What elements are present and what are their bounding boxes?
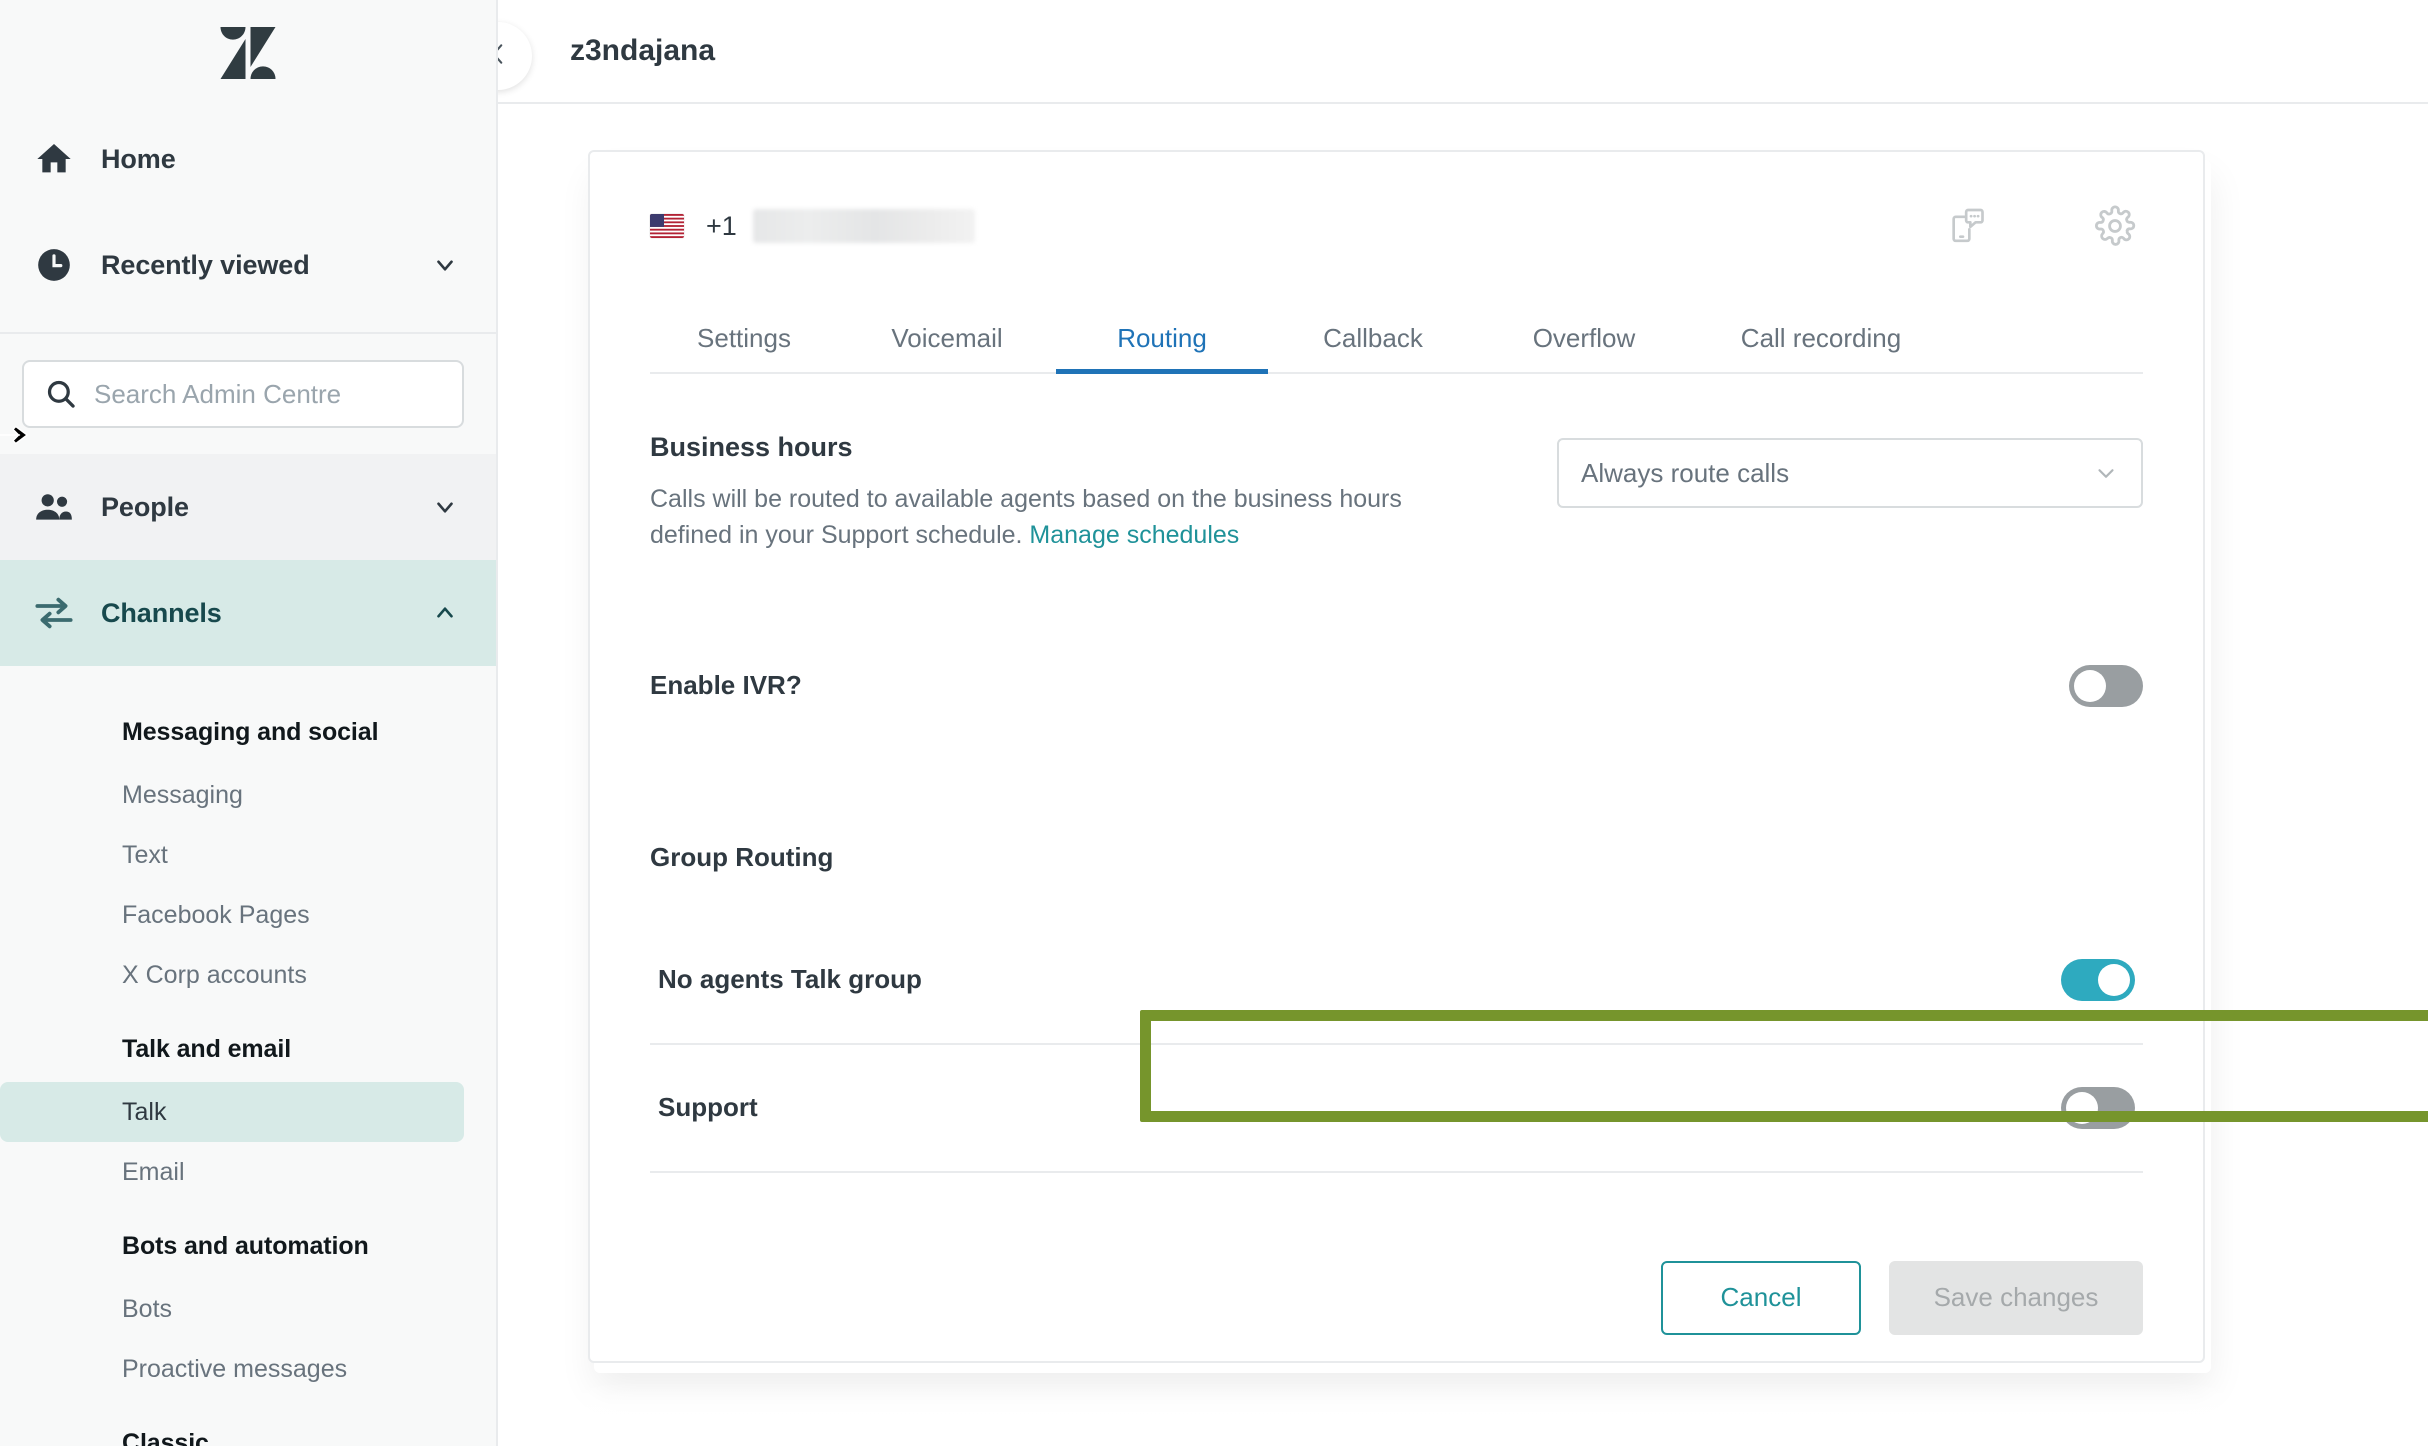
sidebar-item-talk[interactable]: Talk [0, 1082, 464, 1142]
group-routing-row-no-agents-talk-group: No agents Talk group [650, 917, 2143, 1045]
group-routing-row-support: Support [650, 1045, 2143, 1173]
card-tabs: Settings Voicemail Routing Callback Over… [650, 308, 2143, 374]
gear-icon[interactable] [2087, 198, 2143, 254]
home-icon [32, 137, 76, 181]
chevron-down-icon [432, 494, 458, 520]
sidebar: Home Recently viewed Search Admin Centre… [0, 0, 498, 1446]
clock-icon [32, 243, 76, 287]
people-icon [32, 485, 76, 529]
group-toggle-support[interactable] [2061, 1086, 2135, 1129]
tab-voicemail[interactable]: Voicemail [838, 323, 1056, 372]
phone-number-redacted [752, 209, 975, 243]
group-toggle-no-agents-talk-group[interactable] [2061, 958, 2135, 1001]
device-message-icon[interactable] [1939, 198, 1995, 254]
main-content: z3ndajana +1 Settings Voicemail Routing … [498, 0, 2428, 1446]
enable-ivr-label: Enable IVR? [650, 670, 802, 700]
search-input[interactable] [94, 378, 442, 410]
card-actions: Cancel Save changes [650, 1260, 2143, 1335]
sidebar-group-heading: Talk and email [122, 1035, 292, 1063]
zendesk-logo-icon [220, 27, 276, 79]
group-routing-title: Group Routing [650, 841, 834, 872]
search-box[interactable] [22, 360, 464, 428]
app-root: Home Recently viewed Search Admin Centre… [0, 0, 2428, 1446]
main-header: z3ndajana [498, 0, 2428, 104]
sidebar-item-label: People [101, 491, 189, 522]
business-hours-section: Business hours Calls will be routed to a… [650, 432, 2143, 554]
tab-overflow[interactable]: Overflow [1478, 323, 1690, 372]
business-hours-description-text: Calls will be routed to available agents… [650, 485, 1402, 550]
phone-number-row: +1 [590, 152, 2203, 256]
sidebar-search-area [0, 334, 496, 454]
tab-call-recording[interactable]: Call recording [1690, 323, 1952, 372]
sidebar-item-facebook-pages[interactable]: Facebook Pages [0, 885, 464, 945]
business-hours-select-value: Always route calls [1581, 457, 1790, 488]
group-routing-list: No agents Talk group Support [650, 917, 2143, 1173]
sidebar-item-home[interactable]: Home [0, 106, 496, 212]
business-hours-select[interactable]: Always route calls [1557, 438, 2143, 508]
sidebar-item-email[interactable]: Email [0, 1142, 464, 1202]
sidebar-sub-nav: Messaging and social Messaging Text Face… [0, 666, 496, 1446]
chevron-up-icon [432, 600, 458, 626]
sidebar-item-channels[interactable]: Channels [0, 560, 496, 666]
bottom-fade [498, 1382, 2428, 1444]
toggle-knob [2074, 669, 2106, 702]
sidebar-item-proactive-messages[interactable]: Proactive messages [0, 1339, 464, 1399]
page-title: z3ndajana [570, 34, 716, 67]
enable-ivr-toggle[interactable] [2069, 664, 2143, 707]
save-changes-button[interactable]: Save changes [1889, 1260, 2143, 1335]
talk-number-card: +1 Settings Voicemail Routing Callback O… [588, 150, 2205, 1363]
routing-panel: Business hours Calls will be routed to a… [590, 432, 2203, 1173]
group-label: Support [658, 1092, 758, 1122]
sidebar-top-nav: Home Recently viewed [0, 106, 496, 332]
toggle-knob [2098, 963, 2130, 996]
manage-schedules-link[interactable]: Manage schedules [1029, 521, 1239, 549]
zendesk-logo[interactable] [0, 0, 496, 106]
sidebar-group-heading: Bots and automation [122, 1232, 369, 1260]
tab-settings[interactable]: Settings [650, 323, 838, 372]
cancel-button[interactable]: Cancel [1661, 1260, 1861, 1335]
sidebar-item-label: Recently viewed [101, 249, 310, 280]
sidebar-item-people[interactable]: People [0, 454, 496, 560]
channels-icon [32, 591, 76, 635]
sidebar-item-bots[interactable]: Bots [0, 1279, 464, 1339]
sidebar-group-heading: Classic [122, 1429, 209, 1446]
sidebar-item-x-corp-accounts[interactable]: X Corp accounts [0, 945, 464, 1005]
sidebar-item-label: Home [101, 143, 176, 174]
chevron-down-icon [432, 252, 458, 278]
search-icon [44, 377, 78, 411]
content-area: +1 Settings Voicemail Routing Callback O… [498, 104, 2428, 1444]
group-label: No agents Talk group [658, 964, 922, 994]
business-hours-description: Calls will be routed to available agents… [650, 481, 1410, 554]
tab-callback[interactable]: Callback [1268, 323, 1478, 372]
business-hours-title: Business hours [650, 432, 853, 462]
chevron-down-icon [2093, 460, 2119, 486]
sidebar-group-heading: Messaging and social [122, 718, 379, 746]
sidebar-item-text[interactable]: Text [0, 825, 464, 885]
tab-routing[interactable]: Routing [1056, 323, 1268, 374]
sidebar-item-recently-viewed[interactable]: Recently viewed [0, 212, 496, 318]
country-code: +1 [706, 210, 737, 241]
us-flag-icon [650, 214, 684, 238]
chevron-left-icon [498, 41, 511, 72]
enable-ivr-row: Enable IVR? [650, 650, 2143, 722]
sidebar-item-label: Channels [101, 597, 222, 628]
toggle-knob [2066, 1091, 2098, 1124]
sidebar-item-messaging[interactable]: Messaging [0, 765, 464, 825]
